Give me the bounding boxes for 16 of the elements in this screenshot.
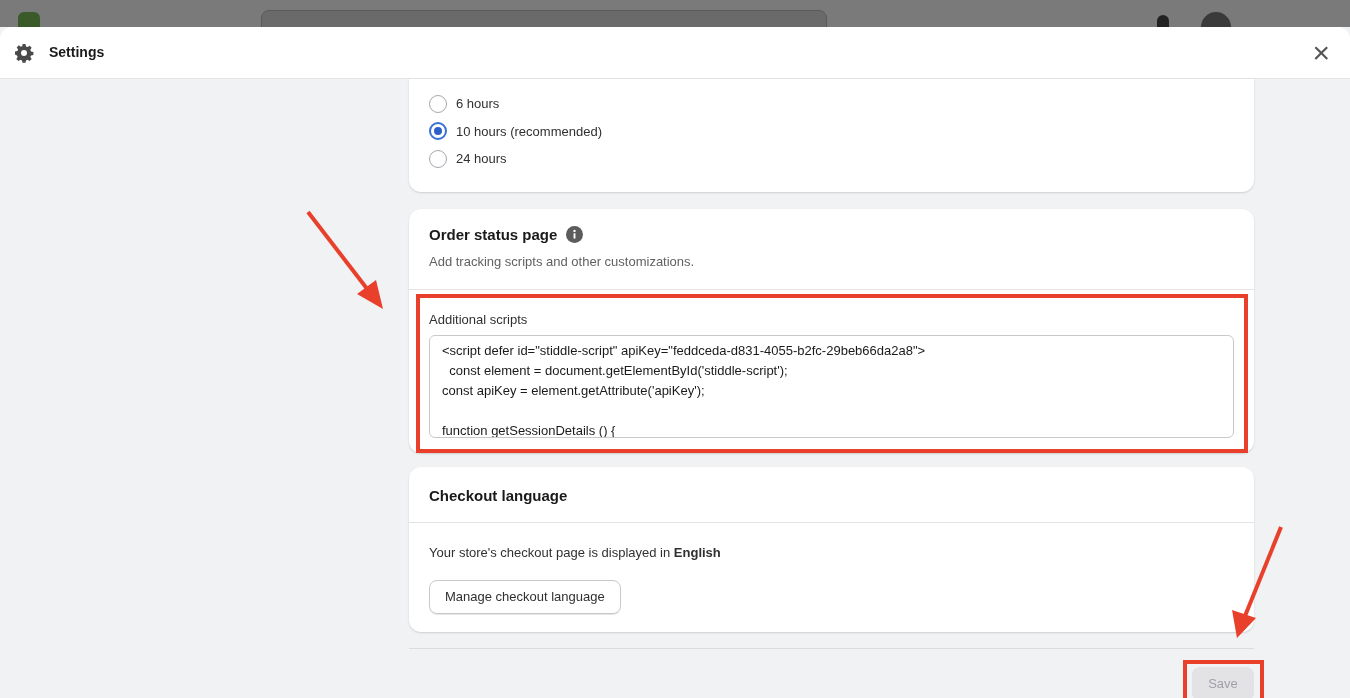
section-title: Checkout language: [429, 487, 568, 504]
settings-icon: [14, 42, 34, 63]
section-title: Order status page: [429, 224, 558, 245]
field-label: Additional scripts: [429, 310, 529, 329]
section-description: Add tracking scripts and other customizations.: [429, 253, 696, 271]
modal-title: Settings: [49, 43, 105, 62]
info-icon[interactable]: [566, 226, 584, 244]
bell-icon[interactable]: [1157, 15, 1169, 27]
radio-label[interactable]: 6 hours: [456, 94, 500, 114]
script-field[interactable]: <script defer id="stiddle-script" apiKey="feddceda-d831-4055-b2fc-29beb66da2a8"> const element = document.getElementById('stiddle-script'); const apiKey = element.getAttribute('apiKey'); function getSessionDetails () {: [429, 335, 1234, 438]
manage-language-button[interactable]: Manage checkout language: [429, 579, 621, 614]
radio-label[interactable]: 24 hours: [456, 149, 507, 169]
close-button[interactable]: ×: [1312, 37, 1330, 68]
radio-label[interactable]: 10 hours (recommended): [456, 121, 602, 141]
radio-button[interactable]: [429, 122, 447, 141]
section-description: Your store's checkout page is displayed in English: [429, 544, 722, 562]
